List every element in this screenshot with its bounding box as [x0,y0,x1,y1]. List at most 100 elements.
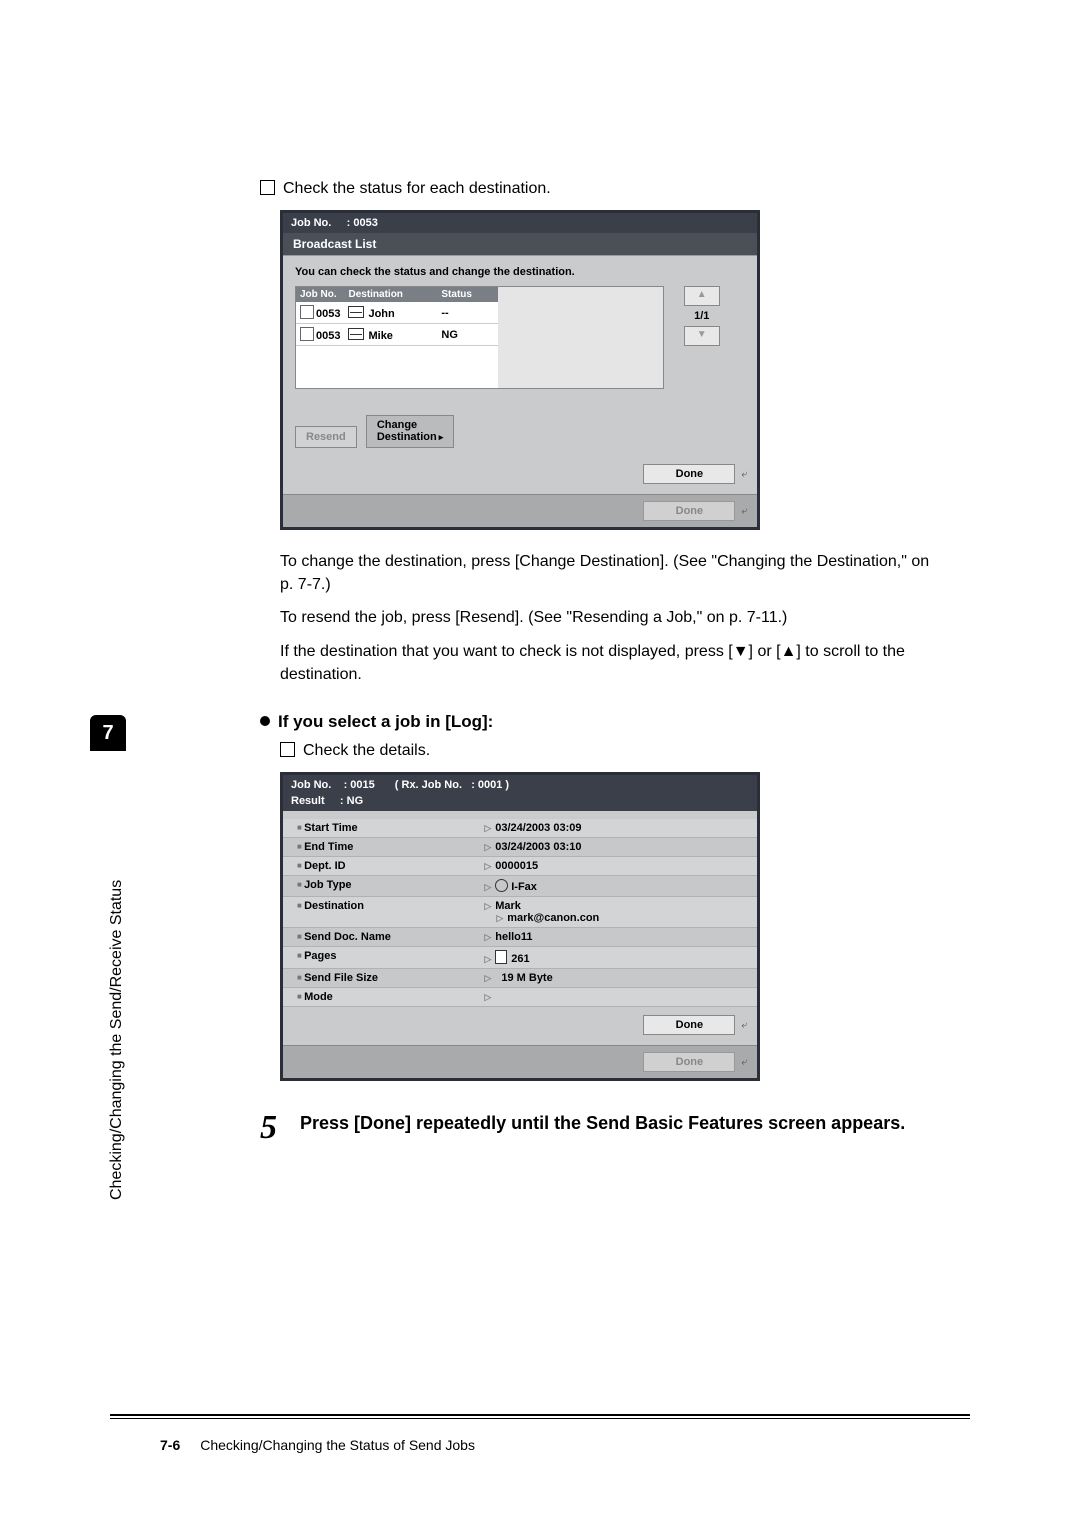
broadcast-list-screenshot: Job No. : 0053 Broadcast List You can ch… [280,210,760,530]
check-status-line: Check the status for each destination. [260,180,940,198]
pager-text: 1/1 [668,310,736,322]
step-5: 5 Press [Done] repeatedly until the Send… [260,1111,940,1145]
done-button[interactable]: Done [643,464,735,484]
detail-value: Mark [495,900,521,912]
cell-name: John [368,308,394,320]
envelope-icon [348,328,364,340]
doc-icon [300,327,314,341]
sidebar-caption: Checking/Changing the Send/Receive Statu… [108,880,126,1200]
detail-row: Pages▷ 261 [283,947,757,969]
resend-button[interactable]: Resend [295,426,357,448]
table-row[interactable]: 0053 John -- [296,302,498,324]
change-dest-label: Change Destination [377,420,437,443]
detail-row: Send File Size▷ 19 M Byte [283,969,757,988]
step-text: Press [Done] repeatedly until the Send B… [300,1111,905,1136]
page: 7 Checking/Changing the Send/Receive Sta… [0,0,1080,1528]
ss1-jobno-value: : 0053 [347,217,378,229]
check-details-text: Check the details. [303,742,430,759]
ss1-jobno-label: Job No. [291,217,331,229]
ss2-body: Start Time▷03/24/2003 03:09 End Time▷03/… [283,811,757,1007]
ss2-rx-v: : 0001 ) [471,779,509,791]
footer: 7-6 Checking/Changing the Status of Send … [160,1437,475,1453]
scroll-up-button[interactable]: ▲ [684,286,720,306]
ss1-subtitle: Broadcast List [283,233,757,256]
job-details-screenshot: Job No. : 0015 ( Rx. Job No. : 0001 ) Re… [280,772,760,1081]
check-details-line: Check the details. [280,742,940,760]
ss2-result-l: Result [291,795,325,807]
ss1-titlebar: Job No. : 0053 [283,213,757,233]
detail-value: 0000015 [495,860,538,872]
chapter-tab: 7 [90,715,126,751]
scroll-down-button[interactable]: ▼ [684,326,720,346]
bullet-icon [260,716,270,726]
para-resend: To resend the job, press [Resend]. (See … [280,606,940,629]
ss2-jobno-l: Job No. [291,779,331,791]
ss1-table: Job No. Destination Status 0053 John -- … [295,286,664,389]
ss2-jobno-v: : 0015 [344,779,375,791]
detail-value2: mark@canon.con [507,912,599,924]
detail-label: Destination [297,900,484,924]
detail-row: End Time▷03/24/2003 03:10 [283,838,757,857]
footer-title: Checking/Changing the Status of Send Job… [200,1437,475,1453]
detail-label: Job Type [297,879,484,893]
detail-row: Start Time▷03/24/2003 03:09 [283,819,757,838]
tri-icon: ▷ [484,954,491,964]
down-triangle-icon: ▼ [733,643,749,660]
scroll-pre: If the destination that you want to chec… [280,643,733,660]
tri-icon: ▷ [484,882,491,892]
tri-icon: ▷ [484,973,491,983]
envelope-icon [348,306,364,318]
ss2-result-v: : NG [340,795,363,807]
globe-icon [495,879,508,892]
log-heading-text: If you select a job in [Log]: [278,712,493,731]
return-icon: ⤶ [741,506,747,517]
cell-job: 0053 [316,330,340,342]
detail-row: Dept. ID▷0000015 [283,857,757,876]
cell-status: NG [437,324,498,346]
check-status-text: Check the status for each destination. [283,180,551,197]
done-button-shadow: Done [643,1052,735,1072]
tri-icon: ▷ [484,901,491,911]
para-scroll: If the destination that you want to chec… [280,640,940,686]
cell-job: 0053 [316,308,340,320]
cell-name: Mike [368,330,392,342]
return-icon: ⤶ [741,469,747,480]
change-destination-button[interactable]: Change Destination▸ [366,415,454,448]
detail-value: 03/24/2003 03:10 [495,841,581,853]
ss2-titlebar: Job No. : 0015 ( Rx. Job No. : 0001 ) [283,775,757,795]
log-heading: If you select a job in [Log]: [260,712,940,732]
doc-icon [300,305,314,319]
tri-icon: ▷ [484,992,491,1002]
col-jobno: Job No. [296,287,344,302]
detail-label: Dept. ID [297,860,484,872]
scroll-mid: ] or [ [749,643,781,660]
detail-value: hello11 [495,931,532,943]
ss2-titlebar2: Result : NG [283,795,757,811]
para-change-dest: To change the destination, press [Change… [280,550,940,596]
page-number: 7-6 [160,1437,180,1453]
checkbox-icon [260,180,275,195]
detail-row: Job Type▷I-Fax [283,876,757,897]
detail-label: Send File Size [297,972,484,984]
detail-row: Mode▷ [283,988,757,1007]
ss1-scroll: ▲ 1/1 ▼ [668,286,736,350]
return-icon: ⤶ [741,1057,747,1068]
ss1-help-text: You can check the status and change the … [295,266,745,278]
tri-icon: ▷ [484,842,491,852]
detail-label: Send Doc. Name [297,931,484,943]
table-row[interactable]: 0053 Mike NG [296,324,498,346]
detail-label: Pages [297,950,484,965]
col-status: Status [437,287,498,302]
detail-value: 261 [511,953,529,965]
done-button[interactable]: Done [643,1015,735,1035]
return-icon: ⤶ [741,1020,747,1031]
ss2-rx-l: ( Rx. Job No. [395,779,462,791]
done-button-shadow: Done [643,501,735,521]
detail-row: Destination▷Mark▷mark@canon.con [283,897,757,928]
detail-label: Mode [297,991,484,1003]
content-area: Check the status for each destination. J… [260,180,940,1145]
detail-label: Start Time [297,822,484,834]
step-number: 5 [260,1111,300,1145]
up-triangle-icon: ▲ [781,643,797,660]
tri-icon: ▷ [484,823,491,833]
